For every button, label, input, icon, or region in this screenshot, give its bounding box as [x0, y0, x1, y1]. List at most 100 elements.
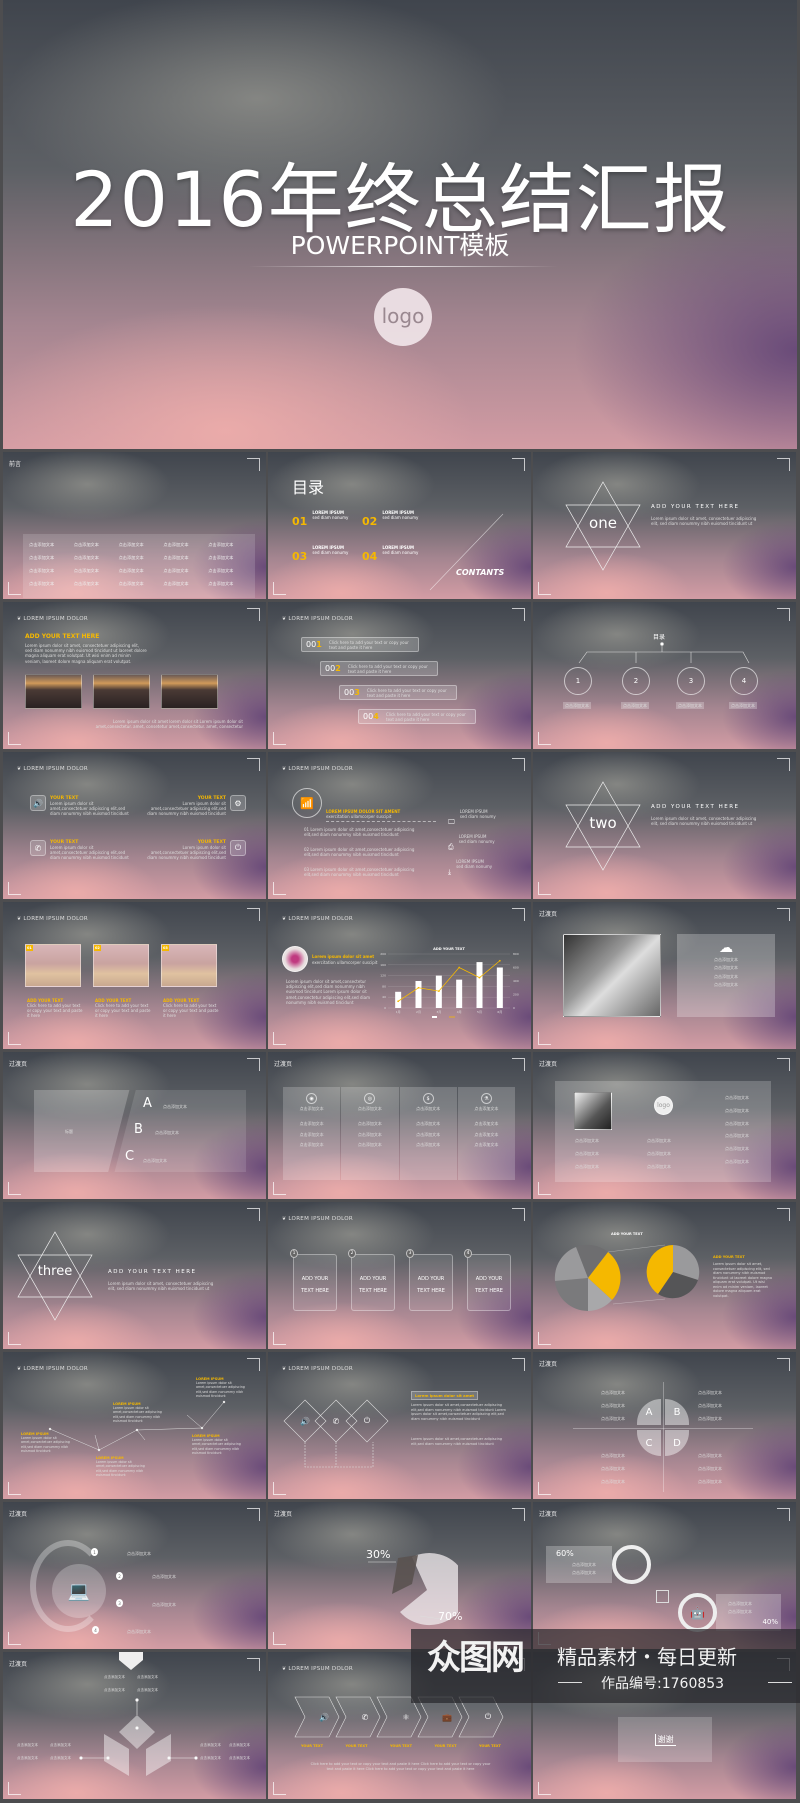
slide-platform-share[interactable]: 过渡页 60% 点击添加文本 点击添加文本 🤖 点击添加文本 点击添加文本 40% [533, 1502, 796, 1649]
slide-pie-charts[interactable]: ADD YOUR TEXT ADD YOUR TEXT Lorem ipsum … [533, 1202, 796, 1349]
city-image [93, 674, 150, 709]
slide-laptop-cycle[interactable]: 过渡页 💻 1 点击添加文本 2 点击添加文本 3 点击添加文本 4 点击添加文本 [3, 1502, 266, 1649]
callout-text: Lorem ipsum dolor sit amet,consectetuer … [411, 1437, 503, 1446]
slide-header: LOREM IPSUM DOLOR [282, 916, 353, 922]
item-label: 点击添加文本 [676, 702, 704, 710]
panel-label: 点击添加文本 [714, 973, 738, 979]
laptop-icon: 💻 [52, 1564, 106, 1618]
column-label: 点击添加文本 [299, 1131, 324, 1137]
quadrant-c[interactable]: C [637, 1430, 661, 1456]
connector-square [656, 1590, 669, 1603]
slide-four-columns[interactable]: 过渡页 ◉ 点击添加文本 点击添加文本 点击添加文本 点击添加文本 ◎ 点击添加文本 点击添… [268, 1052, 531, 1199]
grid-cell: 点击添加文本 [29, 542, 55, 547]
list-item: 02 Lorem ipsum dolor sit amet,consectetu… [304, 847, 415, 858]
step-number: 4 [92, 1626, 99, 1634]
label: 点击添加文本 [575, 1150, 599, 1156]
line-point [397, 1000, 400, 1003]
item-circle[interactable]: 4 [730, 667, 758, 695]
slide-abcd-quadrant[interactable]: 过渡页 A B C D 点击添加文本 点击添加文本 点击添加文本 点击添加文本 点击添… [533, 1352, 796, 1499]
slide-header: LOREM IPSUM DOLOR [282, 766, 353, 772]
feature-text: Lorem ipsum dolor sit amet,consectetuer … [147, 845, 226, 861]
step-box[interactable]: 1 ADD YOUR TEXT HERE [290, 1249, 337, 1311]
step-box[interactable]: 4 ADD YOUR TEXT HERE [464, 1249, 511, 1311]
column: ◉ 点击添加文本 点击添加文本 点击添加文本 点击添加文本 [283, 1087, 341, 1180]
slide-timeline[interactable]: LOREM IPSUM DOLOR LOREM IPSUMLorem ipsum… [3, 1352, 266, 1499]
logo-badge: logo [374, 288, 432, 346]
label: 点击添加文本 [229, 1755, 250, 1760]
column: ◎ 点击添加文本 点击添加文本 点击添加文本 点击添加文本 [341, 1087, 399, 1180]
slide-four-boxes[interactable]: LOREM IPSUM DOLOR 1ADD YOURTEXT HERE 2AD… [268, 1202, 531, 1349]
label: 点击添加文本 [104, 1687, 125, 1692]
slide-contents-tree[interactable]: 目录 1 2 3 4 点击添加文本 点击添加文本 点击添加文本 点击添加文本 [533, 602, 796, 749]
y2-tick-label: 600 [513, 966, 519, 970]
list-item: 01 Lorem ipsum dolor sit amet,consectetu… [304, 827, 415, 838]
item-circle[interactable]: 3 [677, 667, 705, 695]
slide-abc[interactable]: 过渡页 标题 A 点击添加文本 B 点击添加文本 C 点击添加文本 [3, 1052, 266, 1199]
quadrant-d[interactable]: D [665, 1430, 689, 1456]
slide-section-two[interactable]: two ADD YOUR TEXT HERE Lorem ipsum dolor… [533, 752, 796, 899]
printer-icon: ⎙ [448, 843, 454, 851]
label: 点击添加文本 [647, 1150, 671, 1156]
plug-icon: ⏻ [363, 1416, 371, 1425]
monitor-icon: 🖵 [448, 818, 455, 826]
x-tick-label: 5月 [477, 1010, 482, 1014]
step-number: 2 [116, 1572, 123, 1580]
step-box[interactable]: 3 ADD YOUR TEXT HERE [406, 1249, 453, 1311]
grid-cell: 点击添加文本 [163, 581, 189, 586]
slide-four-features[interactable]: LOREM IPSUM DOLOR 🔊 YOUR TEXTLorem ipsum… [3, 752, 266, 899]
y-tick-label: 80 [382, 984, 386, 988]
y-tick-label: 40 [382, 995, 386, 999]
line-point [498, 959, 501, 962]
divider [768, 1682, 792, 1683]
grid-cell: 点击添加文本 [73, 555, 99, 560]
column-label: 点击添加文本 [416, 1121, 441, 1127]
label: 点击添加文本 [200, 1743, 221, 1747]
footer-text: Click here to add your text or copy your… [310, 1762, 491, 1771]
column-label: 点击添加文本 [357, 1141, 382, 1147]
quadrant-a[interactable]: A [637, 1399, 661, 1425]
slide-growth-list[interactable]: LOREM IPSUM DOLOR 📶 LOREM IPSUM DOLOR SI… [268, 752, 531, 899]
city-image [25, 674, 82, 709]
contents-item[interactable]: 03 LOREM IPSUM sed diam nonumy [292, 545, 362, 564]
slide-logo-panel[interactable]: 过渡页 logo 点击添加文本 点击添加文本 点击添加文本 点击添加文本 点击添加文本… [533, 1052, 796, 1199]
label: 点击添加文本 [725, 1095, 749, 1100]
slide-cube[interactable]: 过渡页 点击添加文本 点击添加文本 点击添加文本 点击添加文本 点击添加文本 点击添加文… [3, 1652, 266, 1799]
slide-header: 过渡页 [9, 1511, 28, 1518]
slide-numbered-list[interactable]: LOREM IPSUM DOLOR 001Click here to add y… [268, 602, 531, 749]
phone-icon: ✆ [30, 840, 46, 856]
item-circle[interactable]: 1 [564, 667, 592, 695]
card-text: Click here to add your text or copy your… [27, 1003, 83, 1019]
legend-bar-swatch [432, 1016, 437, 1018]
cover-slide[interactable]: 2016年终总结汇报 POWERPOINT模板 logo [3, 0, 797, 449]
large-percent: 70% [438, 1610, 463, 1623]
feature-text: Lorem ipsum dolor sit amet,consectetuer … [147, 801, 226, 817]
slide-mouse-photo[interactable]: 过渡页 ☁ 点击添加文本 点击添加文本 点击添加文本 点击添加文本 [533, 902, 796, 1049]
slide-section-one[interactable]: one ADD YOUR TEXT HERE Lorem ipsum dolor… [533, 452, 796, 599]
list-item[interactable]: 001 Click here to add your text or copy y… [301, 637, 419, 652]
contents-item[interactable]: 01 LOREM IPSUM sed diam nonumy [292, 510, 362, 529]
step-box[interactable]: 2 ADD YOUR TEXT HERE [348, 1249, 395, 1311]
list-item[interactable]: 002 Click here to add your text or copy y… [320, 661, 438, 676]
section-heading: ADD YOUR TEXT HERE [651, 804, 740, 810]
contents-item[interactable]: 04 LOREM IPSUM sed diam nonumy [362, 545, 432, 564]
slide-bar-chart[interactable]: LOREM IPSUM DOLOR Lorem ipsum dolor sit … [268, 902, 531, 1049]
quadrant-b[interactable]: B [665, 1399, 689, 1425]
slide-section-three[interactable]: three ADD YOUR TEXT HERE Lorem ipsum dol… [3, 1202, 266, 1349]
phone-icon: ✆ [361, 1712, 369, 1722]
label: 点击添加文本 [575, 1138, 599, 1143]
slide-percent-pie[interactable]: 过渡页 30% 70% [268, 1502, 531, 1649]
step-label: 点击添加文本 [127, 1629, 151, 1634]
item-circle[interactable]: 2 [622, 667, 650, 695]
contents-item[interactable]: 02 LOREM IPSUM sed diam nonumy [362, 510, 432, 529]
list-item[interactable]: 003 Click here to add your text or copy y… [339, 685, 457, 700]
slide-preface[interactable]: 前言 点击添加文本 点击添加文本 点击添加文本 点击添加文本 点击添加文本 点击添加文本点… [3, 452, 266, 599]
slide-city-images[interactable]: LOREM IPSUM DOLOR ADD YOUR TEXT HERE Lor… [3, 602, 266, 749]
slide-beach-images[interactable]: LOREM IPSUM DOLOR 01 02 03 ADD YOUR TEXT… [3, 902, 266, 1049]
option-label: 点击添加文本 [155, 1130, 179, 1135]
caption: Lorem ipsum dolor sit amet lorem dolor s… [95, 719, 243, 730]
list-item[interactable]: 004 Click here to add your text or copy y… [358, 709, 476, 724]
slide-diamond-icons[interactable]: LOREM IPSUM DOLOR 🔊 ✆ ⏻ Lorem ipsum dolo… [268, 1352, 531, 1499]
slide-contents[interactable]: 目录 01 LOREM IPSUM sed diam nonumy 02 LORE… [268, 452, 531, 599]
label: 点击添加文本 [698, 1403, 722, 1409]
grid-cell: 点击添加文本 [208, 568, 234, 573]
